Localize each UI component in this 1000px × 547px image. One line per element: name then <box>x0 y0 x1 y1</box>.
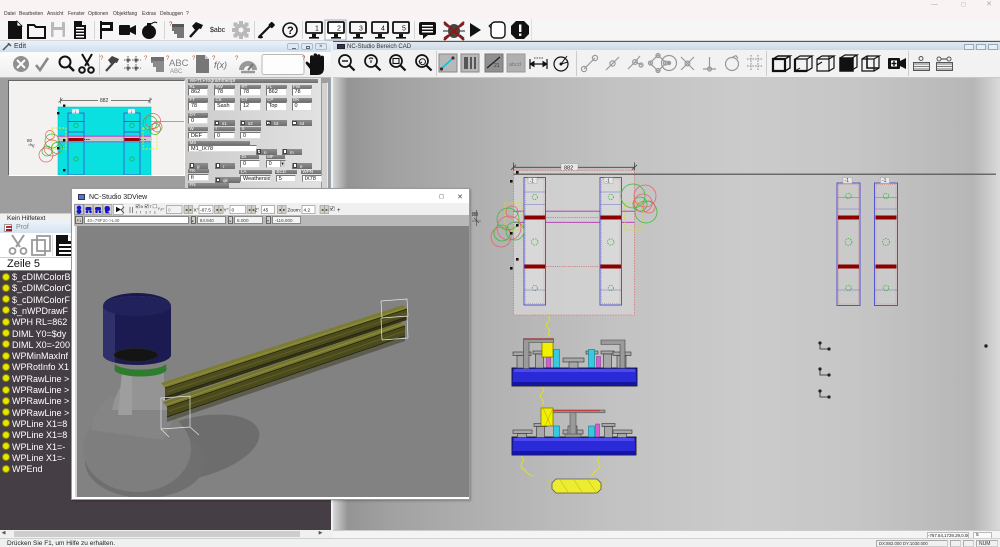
svg-text:◄: ◄ <box>278 208 282 212</box>
svg-text:21: 21 <box>494 63 500 69</box>
svg-text:?: ? <box>235 56 239 62</box>
svg-text:-67.5: -67.5 <box>200 208 211 214</box>
svg-text:c: c <box>154 211 156 215</box>
svg-text:?: ? <box>100 56 104 62</box>
svg-text:t: t <box>140 211 142 215</box>
svg-text:45: 45 <box>263 208 269 214</box>
svg-text:T: T <box>150 205 153 209</box>
svg-text:Zoom:: Zoom: <box>288 208 302 214</box>
svg-text:?: ? <box>302 56 306 62</box>
svg-text:0: 0 <box>168 208 171 214</box>
svg-text:-1: -1 <box>530 179 535 185</box>
svg-text:1: 1 <box>315 26 319 33</box>
svg-text:◄: ◄ <box>215 208 219 212</box>
svg-text:4.2: 4.2 <box>304 208 311 214</box>
svg-text:?: ? <box>287 25 294 37</box>
svg-text:►: ► <box>325 208 329 212</box>
svg-text:?: ? <box>144 56 148 62</box>
svg-text:f(x): f(x) <box>214 60 227 70</box>
svg-text:◄: ◄ <box>248 208 252 212</box>
svg-text:Y°: Y° <box>224 208 229 214</box>
svg-text:80: 80 <box>472 212 478 218</box>
svg-text:+: + <box>337 208 341 214</box>
svg-text:882: 882 <box>100 98 109 104</box>
svg-text:3: 3 <box>359 26 363 33</box>
svg-text:-1: -1 <box>73 110 76 114</box>
svg-text:4: 4 <box>381 26 385 33</box>
svg-text:◄: ◄ <box>185 208 189 212</box>
svg-text:80: 80 <box>27 138 33 143</box>
svg-text:f: f <box>150 211 152 215</box>
svg-text:abcd: abcd <box>509 62 521 68</box>
svg-text:◄: ◄ <box>321 208 325 212</box>
svg-text:I: I <box>136 211 137 215</box>
svg-text:0: 0 <box>232 208 235 214</box>
svg-text:►: ► <box>189 208 193 212</box>
svg-text:2: 2 <box>337 26 341 33</box>
svg-text:►: ► <box>283 208 287 212</box>
svg-text:$abc: $abc <box>210 27 226 34</box>
svg-text:1: 1 <box>145 211 147 215</box>
svg-text:-1: -1 <box>882 178 887 184</box>
svg-text:?: ? <box>192 56 196 62</box>
svg-text:X°: X° <box>194 208 199 214</box>
svg-text:B: B <box>141 205 144 209</box>
svg-text:Z°: Z° <box>255 208 260 214</box>
svg-text:-1: -1 <box>129 110 132 114</box>
svg-text:5: 5 <box>402 26 406 33</box>
svg-text:F°: F° <box>161 208 165 212</box>
svg-text:ABC: ABC <box>169 58 189 69</box>
svg-text:ABC: ABC <box>170 69 183 75</box>
svg-text:-1: -1 <box>845 178 850 184</box>
svg-text:-1: -1 <box>606 179 611 185</box>
